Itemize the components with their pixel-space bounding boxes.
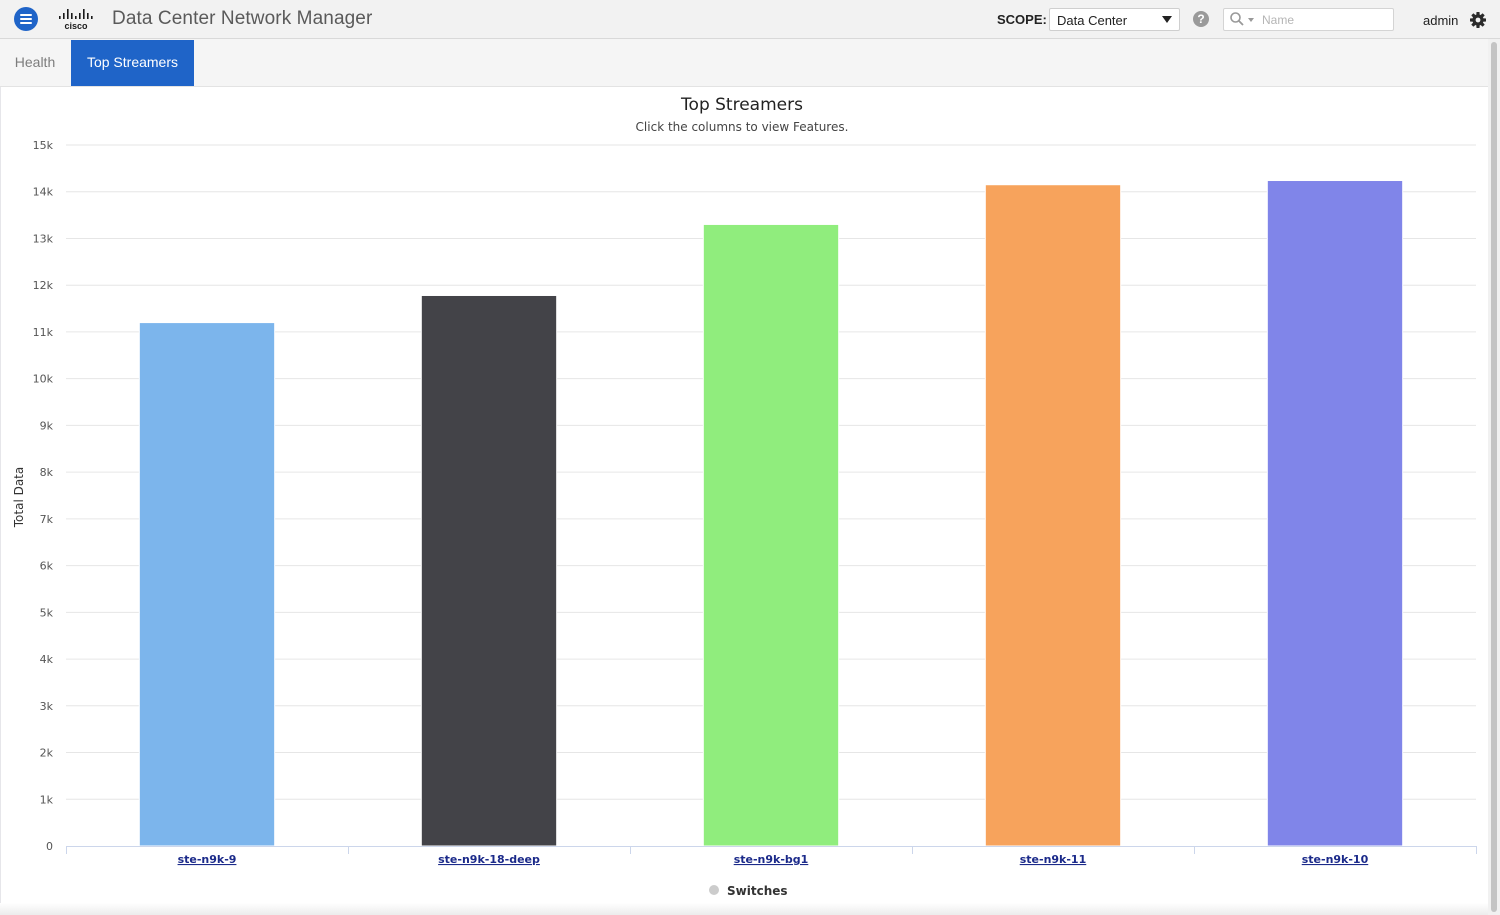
user-menu[interactable]: admin <box>1423 13 1458 28</box>
bar-ste-n9k-18-deep[interactable] <box>420 294 558 847</box>
x-category-link[interactable]: ste-n9k-10 <box>1302 853 1369 866</box>
x-category-link[interactable]: ste-n9k-18-deep <box>438 853 540 866</box>
bars <box>138 180 1404 847</box>
top-bar: cisco Data Center Network Manager SCOPE:… <box>0 0 1500 39</box>
y-tick-label: 14k <box>33 186 54 199</box>
y-tick-label: 10k <box>33 373 54 386</box>
y-tick-label: 1k <box>40 793 54 806</box>
chart-subtitle: Click the columns to view Features. <box>636 120 849 134</box>
legend[interactable]: Switches <box>709 884 788 898</box>
y-tick-label: 8k <box>40 466 54 479</box>
search-box[interactable] <box>1223 8 1394 31</box>
chart-title: Top Streamers <box>680 95 803 115</box>
bar-ste-n9k-bg1[interactable] <box>702 223 840 847</box>
x-category-link[interactable]: ste-n9k-bg1 <box>734 853 809 866</box>
scrollbar-thumb[interactable] <box>1491 42 1497 912</box>
chevron-down-icon <box>1162 16 1172 23</box>
legend-symbol-switches <box>709 885 719 895</box>
top-streamers-chart: Top Streamers Click the columns to view … <box>12 95 1477 898</box>
settings-gear-icon[interactable] <box>1469 11 1487 29</box>
app-title: Data Center Network Manager <box>112 8 373 29</box>
tab-top-streamers[interactable]: Top Streamers <box>71 40 194 86</box>
y-tick-label: 13k <box>33 232 54 245</box>
y-tick-label: 4k <box>40 653 54 666</box>
tab-bar: Health Top Streamers <box>0 39 1488 87</box>
tab-health[interactable]: Health <box>0 40 70 86</box>
vertical-scrollbar[interactable] <box>1488 39 1500 915</box>
search-filter-caret-icon[interactable] <box>1248 18 1254 22</box>
svg-text:cisco: cisco <box>64 21 88 31</box>
y-tick-label: 0 <box>46 840 53 853</box>
x-category-link[interactable]: ste-n9k-11 <box>1020 853 1087 866</box>
bar-ste-n9k-11[interactable] <box>984 184 1122 847</box>
search-icon[interactable] <box>1229 11 1245 27</box>
y-tick-label: 7k <box>40 513 54 526</box>
scope-dropdown[interactable]: Data Center <box>1049 8 1180 31</box>
search-input[interactable] <box>1262 11 1387 28</box>
y-tick-label: 11k <box>33 326 54 339</box>
y-tick-label: 12k <box>33 279 54 292</box>
bar-ste-n9k-10[interactable] <box>1266 180 1404 847</box>
y-tick-label: 6k <box>40 560 54 573</box>
help-icon[interactable]: ? <box>1193 11 1209 27</box>
panel-bottom-edge <box>0 903 1488 915</box>
x-category-link[interactable]: ste-n9k-9 <box>178 853 237 866</box>
legend-item-switches[interactable]: Switches <box>727 884 788 898</box>
bar-ste-n9k-9[interactable] <box>138 322 276 847</box>
y-tick-label: 9k <box>40 419 54 432</box>
y-tick-label: 5k <box>40 606 54 619</box>
y-tick-label: 15k <box>33 139 54 152</box>
hamburger-menu-icon[interactable] <box>14 7 38 31</box>
scope-label: SCOPE: <box>997 12 1047 27</box>
scope-value: Data Center <box>1057 13 1128 28</box>
y-tick-label: 3k <box>40 700 54 713</box>
cisco-logo: cisco <box>59 9 93 31</box>
y-axis-title: Total Data <box>12 467 26 529</box>
y-tick-label: 2k <box>40 747 54 760</box>
